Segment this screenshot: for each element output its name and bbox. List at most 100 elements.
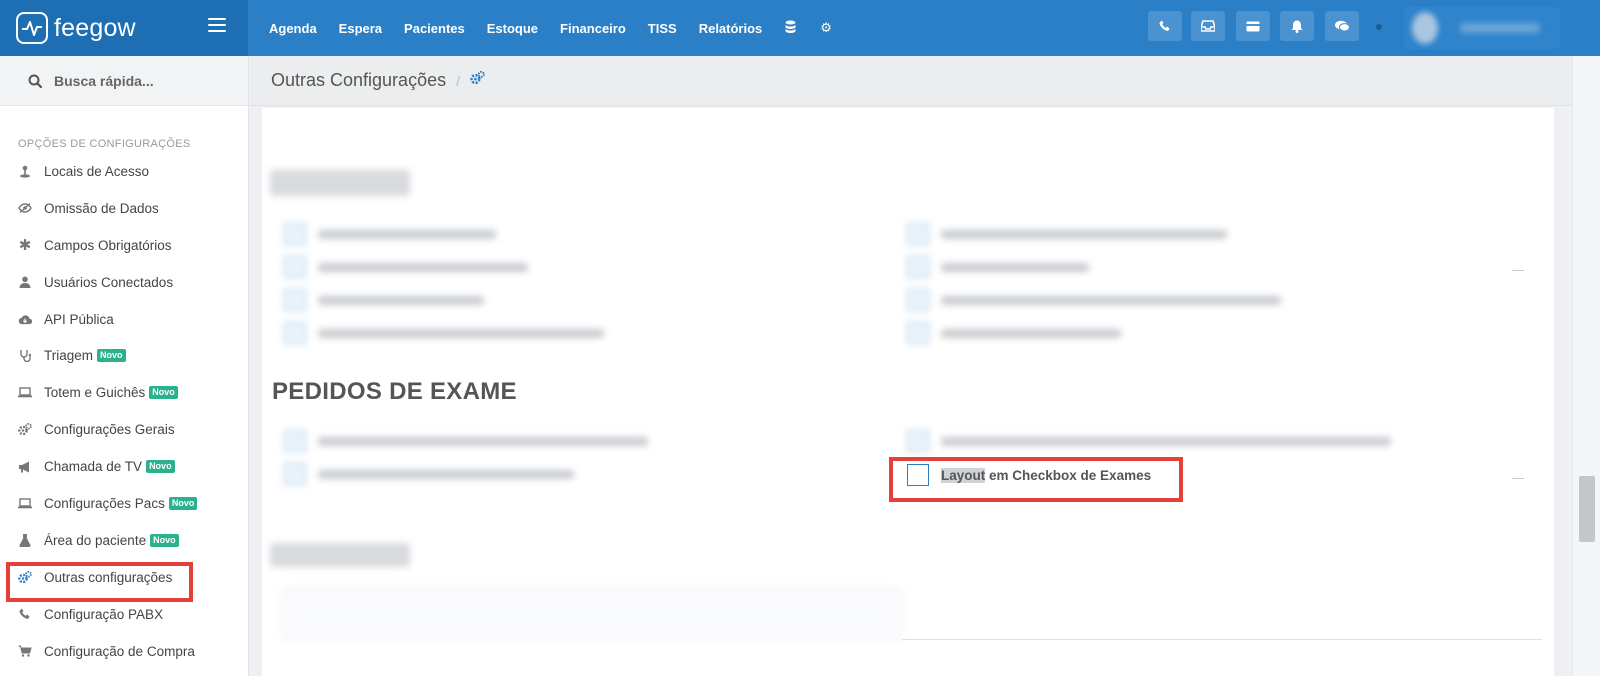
quick-search[interactable] — [0, 56, 248, 106]
nav-financeiro[interactable]: Financeiro — [560, 21, 626, 36]
flask-icon — [18, 533, 32, 547]
sidebar-item-totem-e-guiches[interactable]: Totem e Guichês Novo — [0, 374, 248, 411]
cogs-icon — [18, 423, 32, 437]
new-badge: Novo — [149, 386, 178, 400]
sidebar-item-label: Campos Obrigatórios — [44, 237, 172, 253]
blurred-option — [284, 321, 604, 345]
sidebar-item-api-publica[interactable]: API Pública — [0, 301, 248, 338]
sidebar-item-locais-de-acesso[interactable]: Locais de Acesso — [0, 153, 248, 190]
sidebar-item-area-do-paciente[interactable]: Área do paciente Novo — [0, 522, 248, 559]
sidebar-item-campos-obrigatorios[interactable]: ✱ Campos Obrigatórios — [0, 227, 248, 264]
sidebar-item-label: Configurações Pacs — [44, 495, 165, 511]
sidebar-item-label: Locais de Acesso — [44, 163, 150, 179]
blurred-option — [907, 429, 1391, 453]
top-navbar: feegow Agenda Espera Pacientes Estoque F… — [0, 0, 1600, 56]
sidebar-item-label: Configuração de Compra — [44, 643, 195, 659]
new-badge: Novo — [97, 349, 126, 363]
search-input[interactable] — [54, 72, 224, 89]
sidebar-item-label: Usuários Conectados — [44, 274, 174, 290]
cogs-icon — [18, 570, 32, 584]
sidebar-item-label: Configurações Gerais — [44, 422, 175, 438]
nav-tiss[interactable]: TISS — [648, 21, 677, 36]
inbox-icon[interactable] — [1191, 11, 1225, 41]
bell-icon[interactable] — [1280, 11, 1314, 41]
sidebar-item-omissao-de-dados[interactable]: Omissão de Dados — [0, 190, 248, 227]
sidebar-item-configuracoes-gerais[interactable]: Configurações Gerais — [0, 411, 248, 448]
hamburger-menu-icon[interactable] — [208, 18, 226, 32]
nav-pacientes[interactable]: Pacientes — [404, 21, 465, 36]
main-nav: Agenda Espera Pacientes Estoque Financei… — [258, 0, 844, 56]
sidebar-item-configuracao-de-compra[interactable]: Configuração de Compra — [0, 633, 248, 670]
blurred-option — [284, 288, 484, 312]
sidebar-item-label: Área do paciente — [44, 532, 147, 548]
layout-checkbox-exames-option[interactable]: Layout em Checkbox de Exames — [907, 463, 1151, 487]
sidebar-item-outras-configuracoes[interactable]: Outras configurações — [0, 559, 248, 596]
sidebar-item-label: Chamada de TV — [44, 459, 143, 475]
new-badge: Novo — [168, 496, 198, 510]
page-title: Outras Configurações — [271, 70, 447, 90]
vertical-scrollbar[interactable] — [1572, 56, 1600, 676]
nav-espera[interactable]: Espera — [339, 21, 382, 36]
breadcrumb-separator: / — [456, 72, 460, 89]
divider — [902, 639, 1542, 640]
status-dot — [1376, 24, 1382, 30]
card-icon[interactable] — [1236, 11, 1270, 41]
location-icon — [18, 164, 32, 178]
scroll-tick — [1512, 270, 1524, 271]
cogs-icon[interactable] — [470, 70, 485, 90]
user-icon — [18, 275, 32, 289]
layout-checkbox-label: Layout em Checkbox de Exames — [941, 467, 1152, 483]
search-icon — [28, 74, 42, 88]
layout-checkbox-exames[interactable] — [907, 464, 929, 486]
phone-icon[interactable] — [1148, 11, 1182, 41]
main-content: Outras Configurações / PEDIDOS DE EXAME — [250, 56, 1572, 676]
sidebar-item-label: API Pública — [44, 311, 114, 327]
sidebar-item-label: Configuração PABX — [44, 606, 164, 622]
database-icon[interactable] — [785, 20, 796, 36]
sidebar-item-usuarios-conectados[interactable]: Usuários Conectados — [0, 264, 248, 301]
nav-relatorios[interactable]: Relatórios — [699, 21, 763, 36]
scrollbar-thumb[interactable] — [1579, 476, 1595, 542]
settings-panel: PEDIDOS DE EXAME Layout em Checkbox de E… — [262, 108, 1554, 676]
laptop-icon — [18, 496, 32, 510]
blurred-option — [284, 255, 528, 279]
sidebar-item-configuracoes-pacs[interactable]: Configurações Pacs Novo — [0, 485, 248, 522]
section-heading-blurred — [270, 543, 410, 567]
new-badge: Novo — [150, 533, 179, 547]
avatar — [1412, 12, 1438, 44]
nav-agenda[interactable]: Agenda — [269, 21, 317, 36]
blurred-textarea — [282, 588, 902, 640]
brand-name: feegow — [54, 13, 136, 42]
sidebar: OPÇÕES DE CONFIGURAÇÕES Locais de Acesso… — [0, 56, 249, 676]
laptop-icon — [18, 386, 32, 400]
stethoscope-icon — [18, 349, 32, 363]
nav-estoque[interactable]: Estoque — [487, 21, 538, 36]
new-badge: Novo — [146, 460, 175, 474]
eye-slash-icon — [18, 201, 32, 215]
scroll-tick — [1512, 478, 1524, 479]
blurred-option — [907, 222, 1227, 246]
sidebar-item-label: Omissão de Dados — [44, 200, 159, 216]
section-heading-pedidos-de-exame: PEDIDOS DE EXAME — [272, 378, 517, 405]
chat-icon[interactable] — [1325, 11, 1359, 41]
blurred-option — [284, 429, 648, 453]
blurred-option — [907, 288, 1281, 312]
gear-icon[interactable]: ⚙ — [820, 20, 832, 36]
blurred-option — [907, 321, 1121, 345]
sidebar-item-triagem[interactable]: Triagem Novo — [0, 337, 248, 374]
heartbeat-logo-icon — [16, 12, 48, 44]
sidebar-item-label: Outras configurações — [44, 569, 173, 585]
phone-icon — [18, 607, 32, 621]
asterisk-icon: ✱ — [18, 237, 32, 255]
sidebar-item-label: Totem e Guichês — [44, 385, 146, 401]
blurred-option — [284, 222, 496, 246]
sidebar-item-chamada-de-tv[interactable]: Chamada de TV Novo — [0, 448, 248, 485]
sidebar-section-title: OPÇÕES DE CONFIGURAÇÕES — [18, 138, 191, 150]
cart-icon — [18, 644, 32, 658]
section-heading-blurred — [270, 170, 410, 196]
user-menu[interactable] — [1404, 7, 1560, 49]
page-header: Outras Configurações / — [250, 56, 1572, 106]
sidebar-item-configuracao-pabx[interactable]: Configuração PABX — [0, 596, 248, 633]
blurred-option — [284, 462, 574, 486]
cloud-icon — [18, 312, 32, 326]
